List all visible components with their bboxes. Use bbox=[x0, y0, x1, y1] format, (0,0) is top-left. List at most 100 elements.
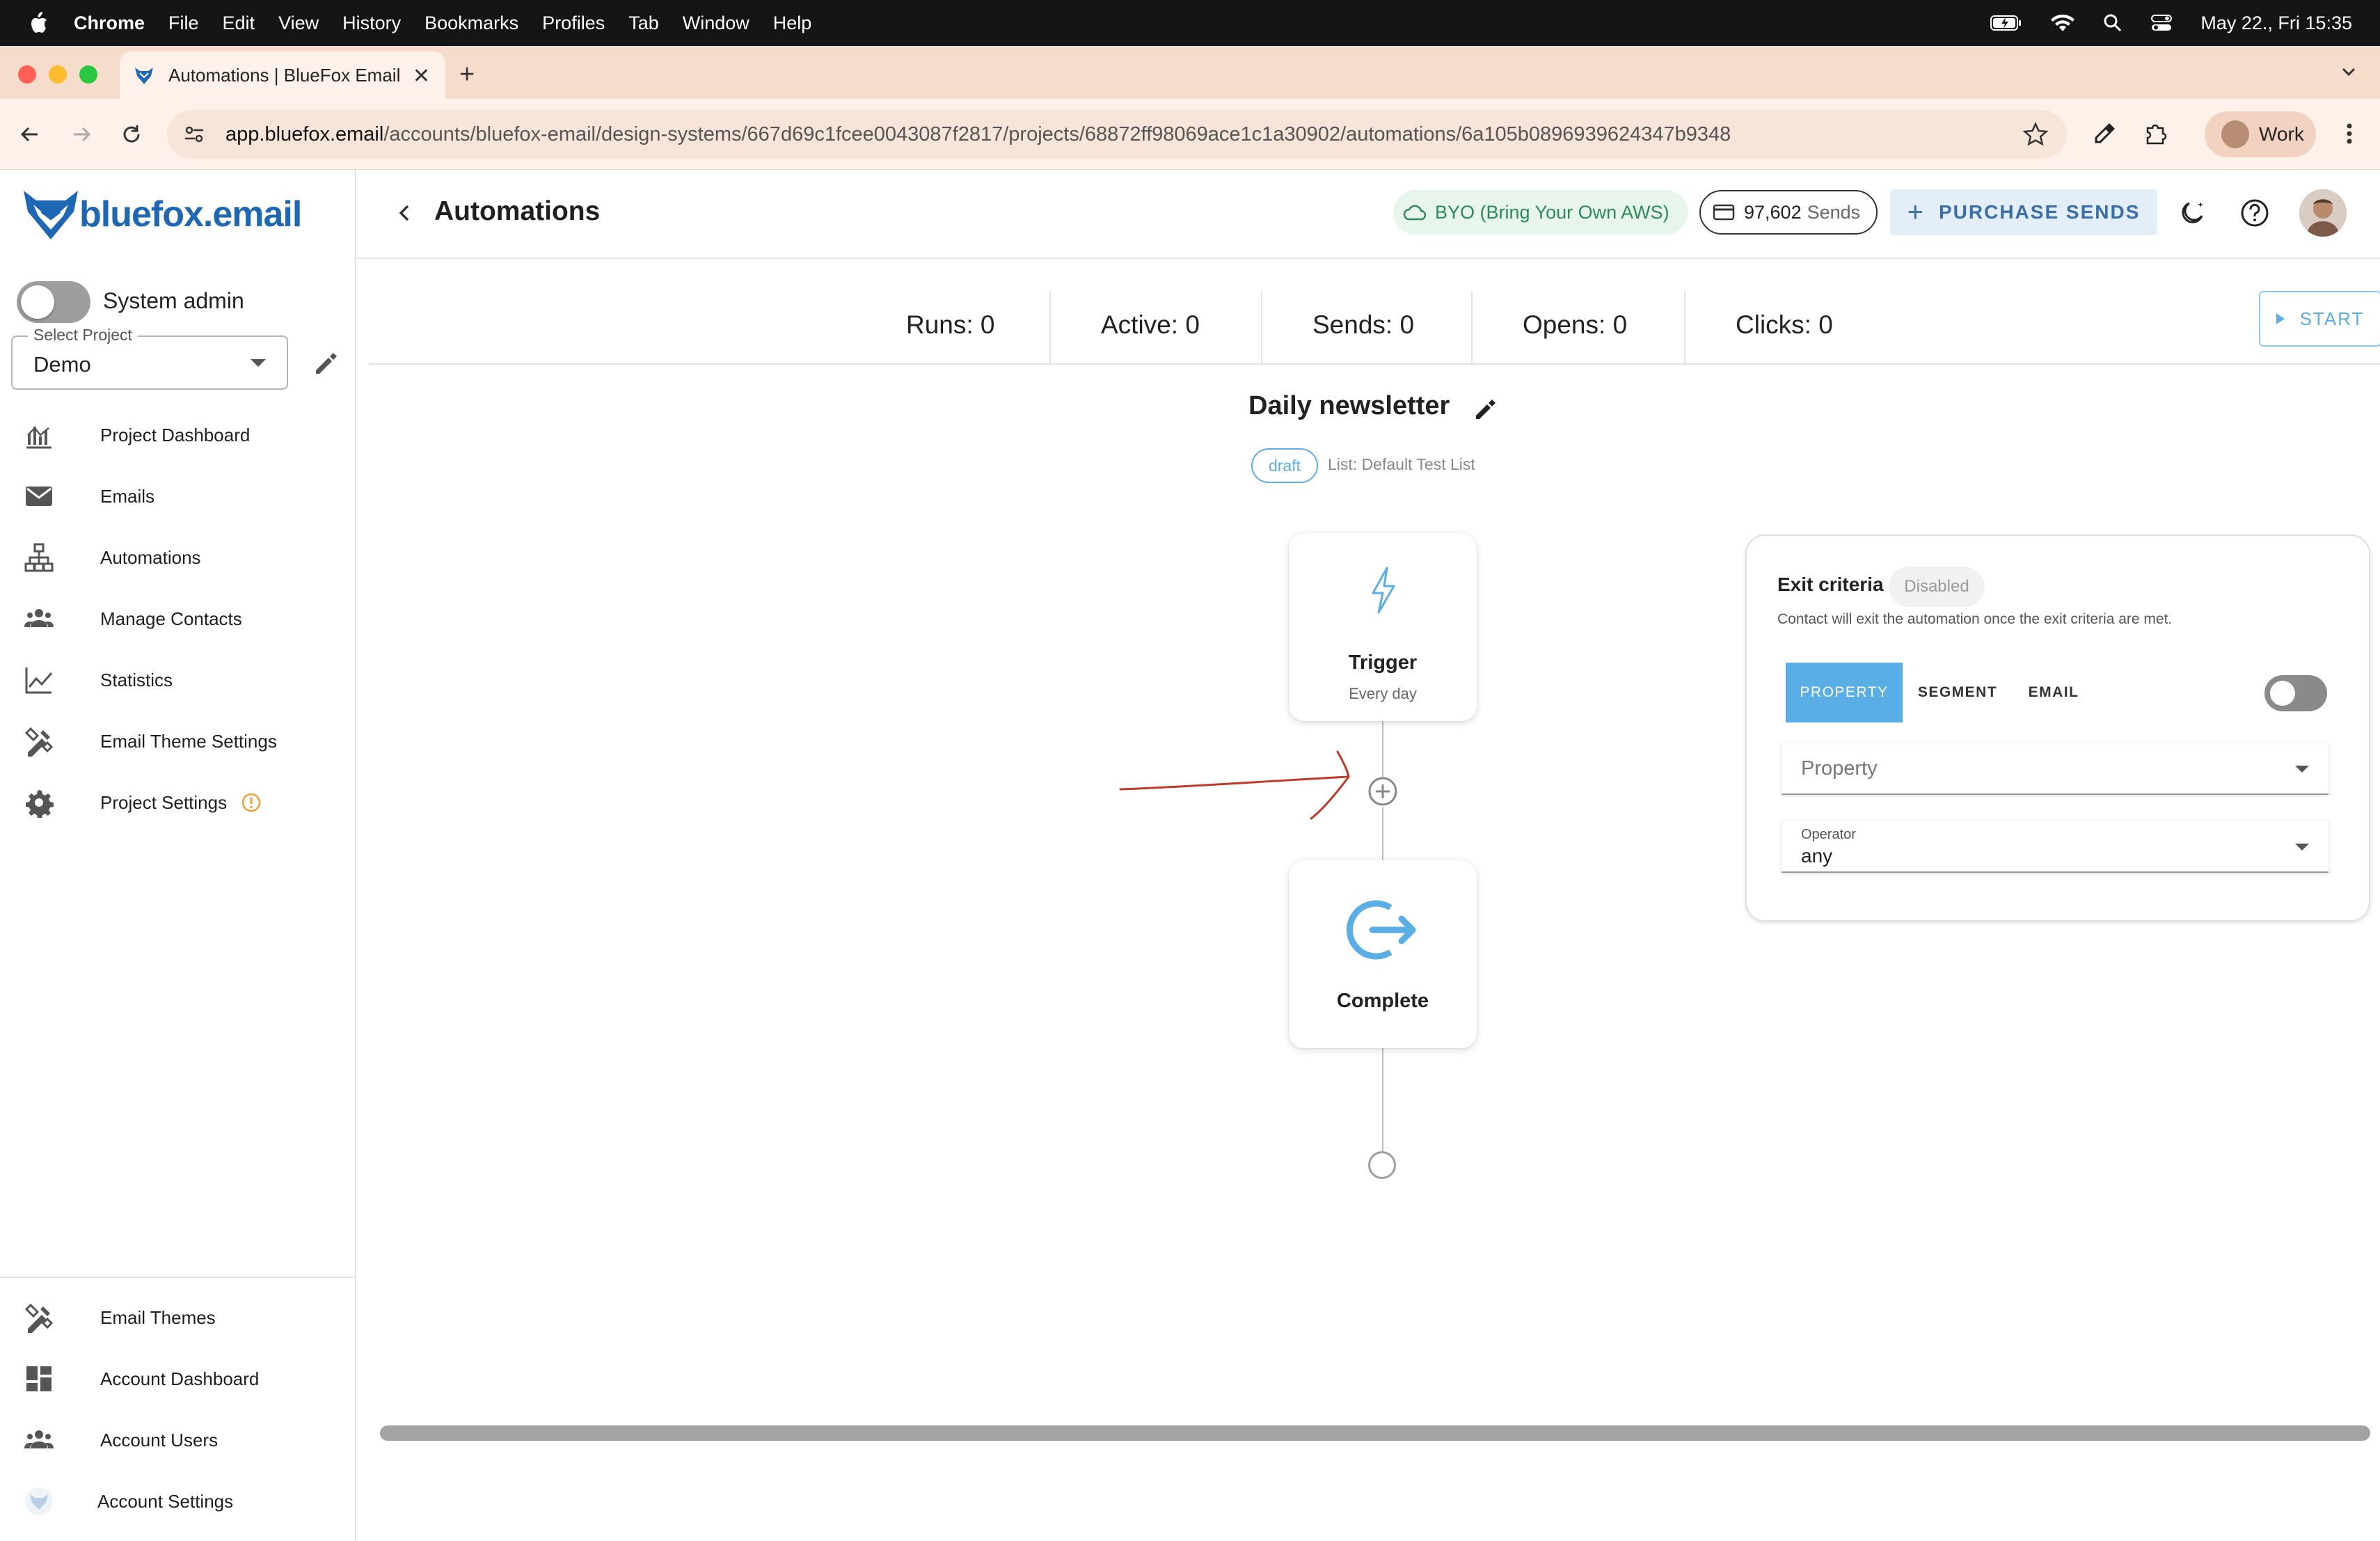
byo-aws-chip[interactable]: BYO (Bring Your Own AWS) bbox=[1393, 190, 1688, 235]
horizontal-scrollbar-thumb[interactable] bbox=[380, 1425, 2370, 1441]
project-select-legend: Select Project bbox=[28, 326, 138, 345]
system-admin-toggle[interactable] bbox=[17, 281, 90, 323]
user-avatar[interactable] bbox=[2299, 189, 2347, 237]
sidebar-item-account-dashboard[interactable]: Account Dashboard bbox=[0, 1354, 355, 1403]
design-tools-icon bbox=[24, 727, 54, 757]
exit-criteria-description: Contact will exit the automation once th… bbox=[1777, 611, 2173, 627]
purchase-sends-label: PURCHASE SENDS bbox=[1938, 201, 2141, 223]
bluefox-logo[interactable]: bluefox.email bbox=[21, 187, 313, 242]
tab-segment[interactable]: SEGMENT bbox=[1912, 663, 2003, 722]
menubar-clock[interactable]: May 22., Fri 15:35 bbox=[2200, 13, 2352, 34]
forward-arrow-icon[interactable] bbox=[70, 123, 93, 146]
apple-logo-icon[interactable] bbox=[28, 11, 49, 35]
window-minimize-button[interactable] bbox=[49, 65, 67, 84]
extensions-puzzle-icon[interactable] bbox=[2142, 120, 2170, 148]
toggle-knob bbox=[21, 285, 54, 319]
project-select[interactable]: Select Project Demo bbox=[11, 326, 288, 390]
sidebar-item-label: Email Themes bbox=[100, 1306, 216, 1328]
property-placeholder: Property bbox=[1801, 757, 1878, 780]
people-icon bbox=[24, 609, 54, 627]
fox-logo-icon bbox=[24, 191, 78, 239]
site-settings-icon[interactable] bbox=[182, 123, 206, 146]
complete-node[interactable]: Complete bbox=[1289, 860, 1477, 1048]
sidebar-item-email-themes[interactable]: Email Themes bbox=[0, 1293, 355, 1342]
page-title: Automations bbox=[434, 196, 601, 226]
sidebar-item-label: Statistics bbox=[100, 669, 173, 690]
play-icon bbox=[2276, 313, 2285, 324]
status-badge: draft bbox=[1251, 448, 1318, 483]
add-step-plus-circle-icon[interactable] bbox=[1367, 775, 1399, 807]
browser-tab-active[interactable]: Automations | BlueFox Email ✕ bbox=[120, 52, 445, 99]
sidebar-item-label: Project Dashboard bbox=[100, 424, 251, 445]
property-select[interactable]: Property bbox=[1782, 742, 2329, 795]
profile-chip[interactable]: Work bbox=[2205, 111, 2316, 157]
flow-connector bbox=[1382, 1048, 1383, 1153]
sidebar-item-email-theme-settings[interactable]: Email Theme Settings bbox=[0, 717, 355, 766]
menu-edit[interactable]: Edit bbox=[223, 13, 255, 34]
bookmark-star-icon[interactable] bbox=[2022, 121, 2049, 148]
logo-suffix: .email bbox=[203, 194, 302, 235]
menu-help[interactable]: Help bbox=[773, 13, 812, 34]
back-arrow-icon[interactable] bbox=[18, 123, 42, 146]
exit-arrow-icon bbox=[1347, 900, 1416, 960]
window-close-button[interactable] bbox=[18, 65, 36, 84]
fox-avatar-icon bbox=[25, 1487, 53, 1515]
menu-tab[interactable]: Tab bbox=[628, 13, 659, 34]
dark-mode-moon-icon[interactable] bbox=[2178, 198, 2209, 228]
start-label: START bbox=[2299, 308, 2365, 329]
chrome-menu-icon[interactable] bbox=[2337, 120, 2362, 148]
sidebar-item-account-settings[interactable]: Account Settings bbox=[0, 1477, 355, 1526]
menu-window[interactable]: Window bbox=[683, 13, 749, 34]
sidebar-item-account-users[interactable]: Account Users bbox=[0, 1416, 355, 1464]
tab-title: Automations | BlueFox Email bbox=[168, 64, 401, 86]
reload-icon[interactable] bbox=[120, 123, 143, 146]
purchase-sends-button[interactable]: + PURCHASE SENDS bbox=[1890, 189, 2157, 235]
warning-circle-icon bbox=[241, 793, 261, 812]
sidebar-item-label: Emails bbox=[100, 485, 155, 507]
window-zoom-button[interactable] bbox=[79, 65, 97, 84]
battery-icon[interactable] bbox=[1990, 15, 2022, 31]
sidebar-item-label: Account Settings bbox=[97, 1490, 234, 1512]
menu-bookmarks[interactable]: Bookmarks bbox=[425, 13, 518, 34]
edit-pencil-icon[interactable] bbox=[1473, 397, 1498, 422]
tab-property[interactable]: PROPERTY bbox=[1786, 663, 1903, 722]
menu-app-name[interactable]: Chrome bbox=[74, 13, 145, 34]
spotlight-search-icon[interactable] bbox=[2103, 13, 2123, 33]
caret-down-icon bbox=[251, 359, 266, 367]
back-chevron-icon[interactable] bbox=[394, 199, 415, 227]
stat-divider bbox=[1684, 291, 1685, 365]
list-label: List: Default Test List bbox=[1328, 455, 1475, 473]
menu-view[interactable]: View bbox=[278, 13, 319, 34]
sidebar-item-statistics[interactable]: Statistics bbox=[0, 656, 355, 704]
operator-select[interactable]: Operator any bbox=[1782, 820, 2329, 873]
menu-history[interactable]: History bbox=[342, 13, 401, 34]
address-bar[interactable]: app.bluefox.email/accounts/bluefox-email… bbox=[167, 110, 2067, 159]
sends-balance-chip[interactable]: 97,602 Sends bbox=[1699, 190, 1878, 235]
wifi-icon[interactable] bbox=[2050, 13, 2075, 33]
tab-email[interactable]: EMAIL bbox=[2015, 663, 2092, 722]
profile-avatar bbox=[2221, 120, 2249, 148]
help-question-icon[interactable] bbox=[2239, 198, 2270, 228]
control-center-icon[interactable] bbox=[2150, 13, 2173, 33]
exit-criteria-toggle[interactable] bbox=[2264, 675, 2327, 711]
lightning-bolt-icon bbox=[1372, 567, 1395, 614]
sidebar-item-manage-contacts[interactable]: Manage Contacts bbox=[0, 594, 355, 643]
sidebar-item-project-settings[interactable]: Project Settings bbox=[0, 778, 355, 827]
sidebar-item-project-dashboard[interactable]: Project Dashboard bbox=[0, 411, 355, 459]
address-url[interactable]: app.bluefox.email/accounts/bluefox-email… bbox=[225, 123, 1731, 146]
tab-search-chevron-icon[interactable] bbox=[2338, 61, 2359, 82]
edit-pencil-icon[interactable] bbox=[312, 349, 340, 377]
menu-profiles[interactable]: Profiles bbox=[542, 13, 605, 34]
sidebar-item-automations[interactable]: Automations bbox=[0, 533, 355, 582]
start-automation-button[interactable]: START bbox=[2259, 291, 2380, 347]
new-tab-button[interactable]: + bbox=[459, 60, 475, 90]
menu-file[interactable]: File bbox=[168, 13, 199, 34]
flow-connector bbox=[1382, 721, 1383, 777]
sidebar-item-label: Project Settings bbox=[100, 791, 228, 813]
sidebar-item-emails[interactable]: Emails bbox=[0, 472, 355, 521]
trigger-node[interactable]: Trigger Every day bbox=[1289, 533, 1477, 721]
cloud-icon bbox=[1403, 205, 1427, 221]
tab-close-icon[interactable]: ✕ bbox=[413, 64, 430, 88]
logo-wordmark: bluefox.email bbox=[79, 193, 302, 235]
eyedropper-extension-icon[interactable] bbox=[2091, 120, 2118, 148]
